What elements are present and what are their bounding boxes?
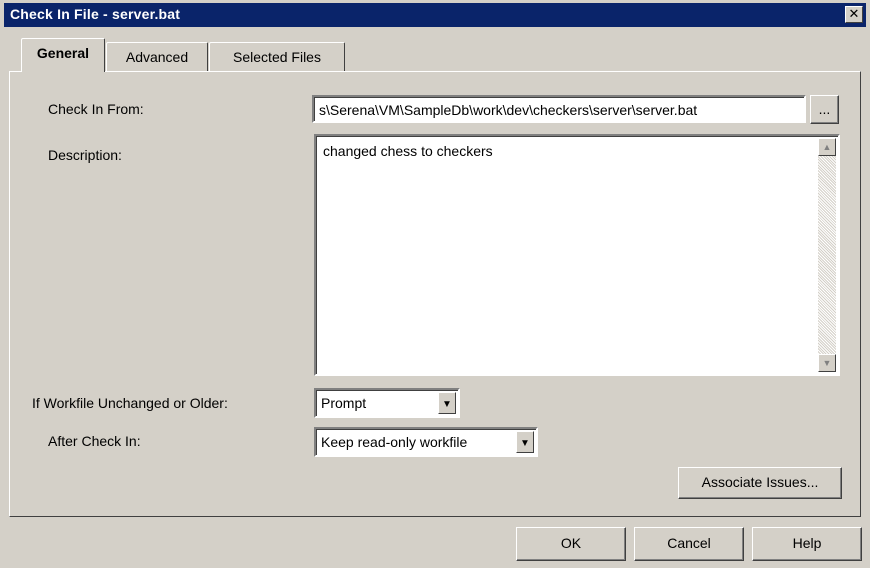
close-icon: ✕ [848, 6, 860, 21]
unchanged-dropdown-button[interactable]: ▼ [438, 392, 456, 414]
tab-selected-files-label: Selected Files [233, 49, 321, 65]
browse-button-label: ... [818, 101, 831, 117]
scroll-up-icon: ▲ [822, 142, 832, 152]
scroll-up-button[interactable]: ▲ [818, 138, 836, 156]
tab-general-label: General [36, 45, 90, 61]
help-button-label: Help [792, 535, 822, 551]
description-value: changed chess to checkers [323, 143, 493, 159]
associate-issues-label: Associate Issues... [701, 474, 819, 490]
after-check-in-dropdown-button[interactable]: ▼ [516, 431, 534, 453]
title-bar[interactable]: Check In File - server.bat ✕ [4, 3, 866, 27]
chevron-down-icon: ▼ [442, 399, 452, 410]
tab-advanced-label: Advanced [125, 49, 189, 65]
after-check-in-select[interactable]: Keep read-only workfile ▼ [314, 427, 538, 457]
associate-issues-button[interactable]: Associate Issues... [678, 467, 842, 499]
scroll-down-button[interactable]: ▼ [818, 354, 836, 372]
after-check-in-label: After Check In: [48, 433, 141, 449]
ok-button-label: OK [560, 535, 582, 551]
chevron-down-icon: ▼ [520, 438, 530, 449]
unchanged-select[interactable]: Prompt ▼ [314, 388, 460, 418]
cancel-button-label: Cancel [667, 535, 711, 551]
description-label: Description: [48, 147, 122, 163]
window-title: Check In File - server.bat [10, 6, 181, 22]
scroll-down-icon: ▼ [822, 358, 832, 368]
help-button[interactable]: Help [752, 527, 862, 561]
after-check-in-select-value: Keep read-only workfile [321, 434, 468, 450]
tab-selected-files[interactable]: Selected Files [209, 42, 345, 72]
check-in-dialog: Check In File - server.bat ✕ General Adv… [0, 0, 870, 568]
unchanged-select-value: Prompt [321, 395, 367, 411]
unchanged-label: If Workfile Unchanged or Older: [32, 395, 228, 411]
check-in-from-value: s\Serena\VM\SampleDb\work\dev\checkers\s… [319, 102, 698, 118]
ok-button[interactable]: OK [516, 527, 626, 561]
tab-general[interactable]: General [21, 38, 105, 72]
cancel-button[interactable]: Cancel [634, 527, 744, 561]
close-button[interactable]: ✕ [845, 6, 863, 23]
check-in-from-label: Check In From: [48, 101, 144, 117]
tab-advanced[interactable]: Advanced [106, 42, 208, 72]
description-textarea[interactable]: changed chess to checkers ▲ ▼ [314, 134, 840, 376]
check-in-from-field[interactable]: s\Serena\VM\SampleDb\work\dev\checkers\s… [312, 95, 806, 123]
browse-button[interactable]: ... [810, 95, 839, 124]
description-scrollbar[interactable]: ▲ ▼ [818, 138, 836, 372]
